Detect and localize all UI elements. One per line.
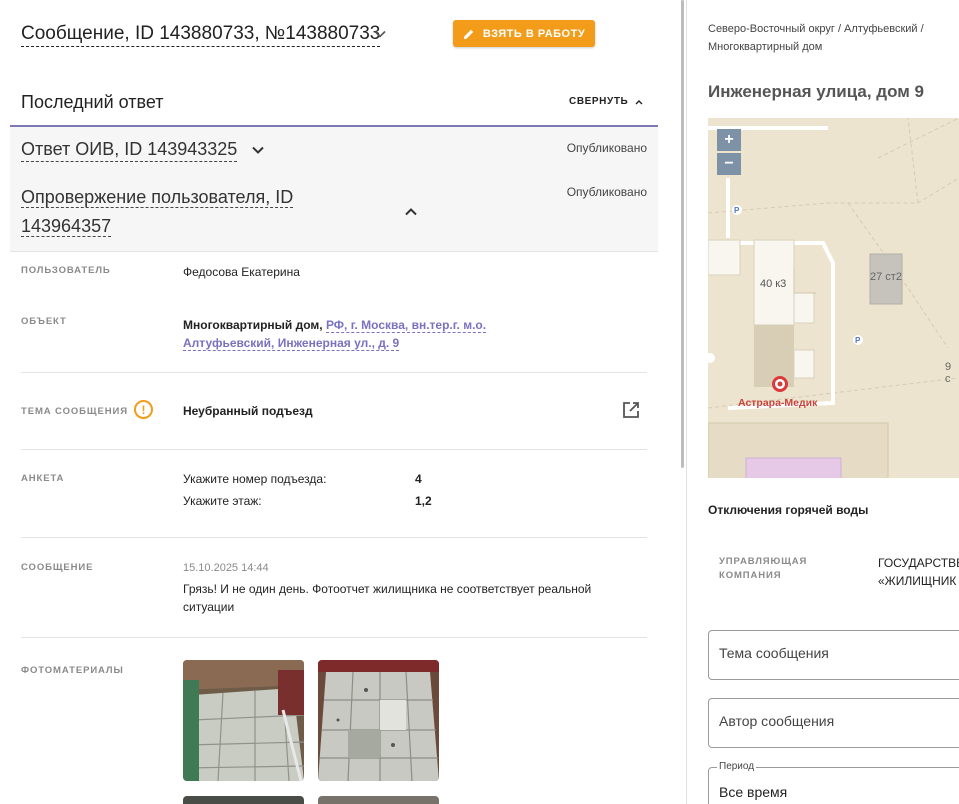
management-company-label: УПРАВЛЯЮЩАЯ КОМПАНИЯ xyxy=(719,556,808,581)
photo-thumbnail[interactable] xyxy=(318,796,439,804)
topic-label: ТЕМА СООБЩЕНИЯ xyxy=(21,406,128,417)
object-panel: Северо-Восточный округ / Алтуфьевский / … xyxy=(687,0,959,804)
building-label: 40 к3 xyxy=(760,278,787,290)
period-value: Все время xyxy=(719,784,788,800)
object-address-title: Инженерная улица, дом 9 xyxy=(708,82,924,101)
building-label: 9 с xyxy=(945,361,952,385)
chevron-up-icon[interactable] xyxy=(404,205,418,219)
message-text: Грязь! И не один день. Фотоотчет жилищни… xyxy=(183,582,592,614)
photo-thumbnail[interactable] xyxy=(183,796,304,804)
object-address-link[interactable]: РФ, г. Москва, вн.тер.г. м.о. xyxy=(325,318,487,333)
photo-thumbnail[interactable] xyxy=(183,660,304,781)
photo-thumbnail[interactable] xyxy=(318,660,439,781)
parking-icon: P xyxy=(855,336,861,345)
survey-question-1: Укажите номер подъезда: xyxy=(183,472,327,486)
chevron-down-icon[interactable] xyxy=(373,27,387,41)
divider xyxy=(21,637,647,638)
period-label: Период xyxy=(717,761,757,772)
author-field[interactable] xyxy=(708,698,959,748)
take-to-work-label: ВЗЯТЬ В РАБОТУ xyxy=(482,27,586,40)
answer-oiv-title[interactable]: Ответ ОИВ, ID 143943325 xyxy=(21,137,238,162)
survey-answer-2: 1,2 xyxy=(415,494,432,508)
zoom-in-button[interactable]: + xyxy=(717,129,741,151)
topic-input[interactable] xyxy=(719,645,959,661)
hot-water-outages-title: Отключения горячей воды xyxy=(708,503,869,517)
chevron-up-icon xyxy=(635,99,643,104)
breadcrumb: Северо-Восточный округ / Алтуфьевский / … xyxy=(708,23,924,53)
topic-field[interactable] xyxy=(708,630,959,680)
object-label: ОБЪЕКТ xyxy=(21,316,67,327)
message-panel: Сообщение, ID 143880733, №143880733 ВЗЯТ… xyxy=(0,0,680,804)
survey-answer-1: 4 xyxy=(415,472,422,486)
object-type: Многоквартирный дом, xyxy=(183,318,323,332)
period-select[interactable]: Период Все время xyxy=(708,761,959,804)
user-refutation-title[interactable]: Опровержение пользователя, ID 143964357 xyxy=(21,183,393,241)
author-input[interactable] xyxy=(719,713,959,729)
survey-question-2: Укажите этаж: xyxy=(183,494,262,508)
divider xyxy=(21,372,647,373)
open-external-icon[interactable] xyxy=(621,400,641,420)
divider xyxy=(21,537,647,538)
building-label: 27 ст2 xyxy=(870,271,902,283)
message-label: СООБЩЕНИЕ xyxy=(21,562,94,573)
parking-icon: P xyxy=(734,206,740,215)
topic-value: Неубранный подъезд xyxy=(183,404,313,418)
map-poi-label[interactable]: Астрара-Медик xyxy=(738,397,817,409)
map-zoom-controls: + − xyxy=(717,129,741,175)
user-label: ПОЛЬЗОВАТЕЛЬ xyxy=(21,265,111,276)
map[interactable]: + − P P 40 к3 27 ст2 9 с Астрара-Медик xyxy=(708,118,959,478)
divider xyxy=(21,449,647,450)
warning-icon: ! xyxy=(134,400,153,419)
object-value: Многоквартирный дом, РФ, г. Москва, вн.т… xyxy=(183,316,487,352)
zoom-out-button[interactable]: − xyxy=(717,153,741,175)
answers-list: Ответ ОИВ, ID 143943325 Опубликовано Опр… xyxy=(10,125,658,252)
user-refutation-status: Опубликовано xyxy=(566,185,647,199)
answer-oiv-status: Опубликовано xyxy=(566,141,647,155)
collapse-label: СВЕРНУТЬ xyxy=(569,96,629,107)
chevron-down-icon[interactable] xyxy=(251,143,265,157)
take-to-work-button[interactable]: ВЗЯТЬ В РАБОТУ xyxy=(453,20,595,47)
message-title[interactable]: Сообщение, ID 143880733, №143880733 xyxy=(21,22,381,47)
pencil-icon xyxy=(463,29,474,39)
photos-label: ФОТОМАТЕРИАЛЫ xyxy=(21,665,124,676)
management-company-value: ГОСУДАРСТВЕ «ЖИЛИЩНИК xyxy=(878,556,959,588)
scrollbar[interactable] xyxy=(681,0,684,468)
last-answer-heading: Последний ответ xyxy=(21,92,164,112)
collapse-button[interactable]: СВЕРНУТЬ xyxy=(569,96,644,107)
survey-label: АНКЕТА xyxy=(21,473,65,484)
user-value: Федосова Екатерина xyxy=(183,265,300,279)
message-date: 15.10.2025 14:44 xyxy=(183,562,269,574)
object-address-link-cont[interactable]: Алтуфьевский, Инженерная ул., д. 9 xyxy=(183,336,400,351)
